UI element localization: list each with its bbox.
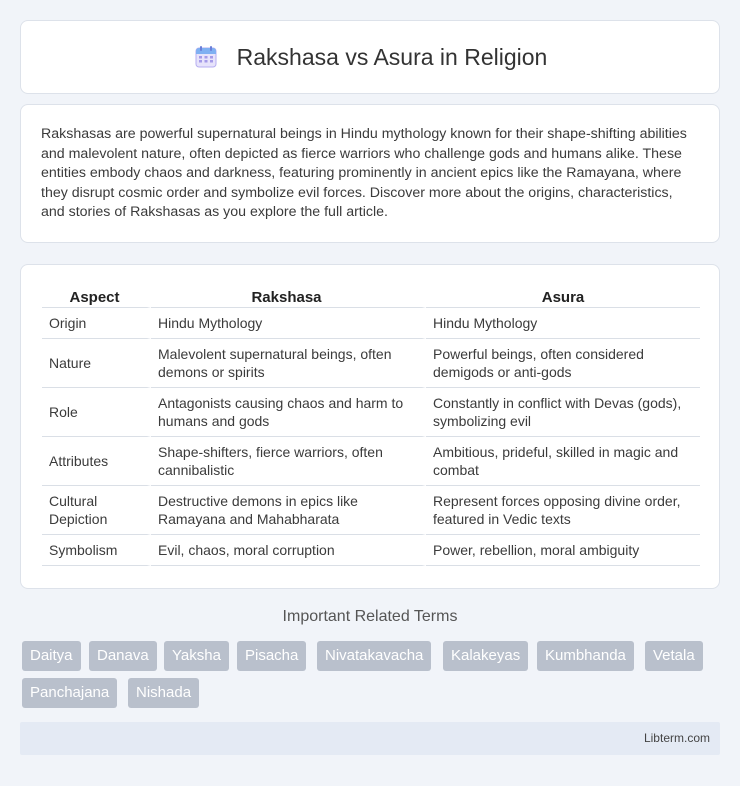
footer: Libterm.com <box>20 722 720 755</box>
tag-vetala[interactable]: Vetala <box>645 641 703 671</box>
title-wrap: Rakshasa vs Asura in Religion <box>193 43 548 71</box>
table-row: Attributes Shape-shifters, fierce warrio… <box>42 437 700 486</box>
comparison-card: Aspect Rakshasa Asura Origin Hindu Mytho… <box>20 264 720 589</box>
cell-rakshasa: Hindu Mythology <box>151 308 426 339</box>
related-terms-title: Important Related Terms <box>282 608 458 625</box>
cell-asura: Ambitious, prideful, skilled in magic an… <box>426 437 700 486</box>
table-row: Origin Hindu Mythology Hindu Mythology <box>42 308 700 339</box>
tag-danava[interactable]: Danava <box>89 641 157 671</box>
tag-kalakeyas[interactable]: Kalakeyas <box>443 641 529 671</box>
cell-rakshasa: Evil, chaos, moral corruption <box>151 535 426 566</box>
cell-aspect: Role <box>42 388 151 437</box>
page-title: Rakshasa vs Asura in Religion <box>236 43 548 70</box>
tag-kumbhanda[interactable]: Kumbhanda <box>537 641 634 671</box>
tag-pisacha[interactable]: Pisacha <box>237 641 307 671</box>
tag-daitya[interactable]: Daitya <box>22 641 81 671</box>
cell-aspect: Attributes <box>42 437 151 486</box>
calendar-icon <box>195 46 217 68</box>
cell-asura: Power, rebellion, moral ambiguity <box>426 535 700 566</box>
header-asura: Asura <box>426 287 700 308</box>
table-row: Cultural Depiction Destructive demons in… <box>42 486 700 535</box>
table-row: Role Antagonists causing chaos and harm … <box>42 388 700 437</box>
cell-rakshasa: Malevolent supernatural beings, often de… <box>151 339 426 388</box>
cell-rakshasa: Destructive demons in epics like Ramayan… <box>151 486 426 535</box>
tag-nivatakavacha[interactable]: Nivatakavacha <box>317 641 432 671</box>
cell-aspect: Nature <box>42 339 151 388</box>
header-card: Rakshasa vs Asura in Religion <box>20 20 720 94</box>
cell-asura: Powerful beings, often considered demigo… <box>426 339 700 388</box>
intro-card: Rakshasas are powerful supernatural bein… <box>20 104 720 243</box>
intro-text: Rakshasas are powerful supernatural bein… <box>41 126 687 221</box>
table-row: Symbolism Evil, chaos, moral corruption … <box>42 535 700 566</box>
table-row: Nature Malevolent supernatural beings, o… <box>42 339 700 388</box>
table-header-row: Aspect Rakshasa Asura <box>42 287 700 308</box>
cell-rakshasa: Shape-shifters, fierce warriors, often c… <box>151 437 426 486</box>
comparison-table: Aspect Rakshasa Asura Origin Hindu Mytho… <box>42 287 700 566</box>
footer-site-link[interactable]: Libterm.com <box>644 731 710 745</box>
tag-yaksha[interactable]: Yaksha <box>164 641 229 671</box>
header-aspect: Aspect <box>42 287 151 308</box>
tag-panchajana[interactable]: Panchajana <box>22 678 118 708</box>
cell-aspect: Symbolism <box>42 535 151 566</box>
cell-asura: Constantly in conflict with Devas (gods)… <box>426 388 700 437</box>
cell-aspect: Cultural Depiction <box>42 486 151 535</box>
header-rakshasa: Rakshasa <box>151 287 426 308</box>
cell-rakshasa: Antagonists causing chaos and harm to hu… <box>151 388 426 437</box>
cell-asura: Represent forces opposing divine order, … <box>426 486 700 535</box>
cell-asura: Hindu Mythology <box>426 308 700 339</box>
tag-nishada[interactable]: Nishada <box>128 678 200 708</box>
cell-aspect: Origin <box>42 308 151 339</box>
